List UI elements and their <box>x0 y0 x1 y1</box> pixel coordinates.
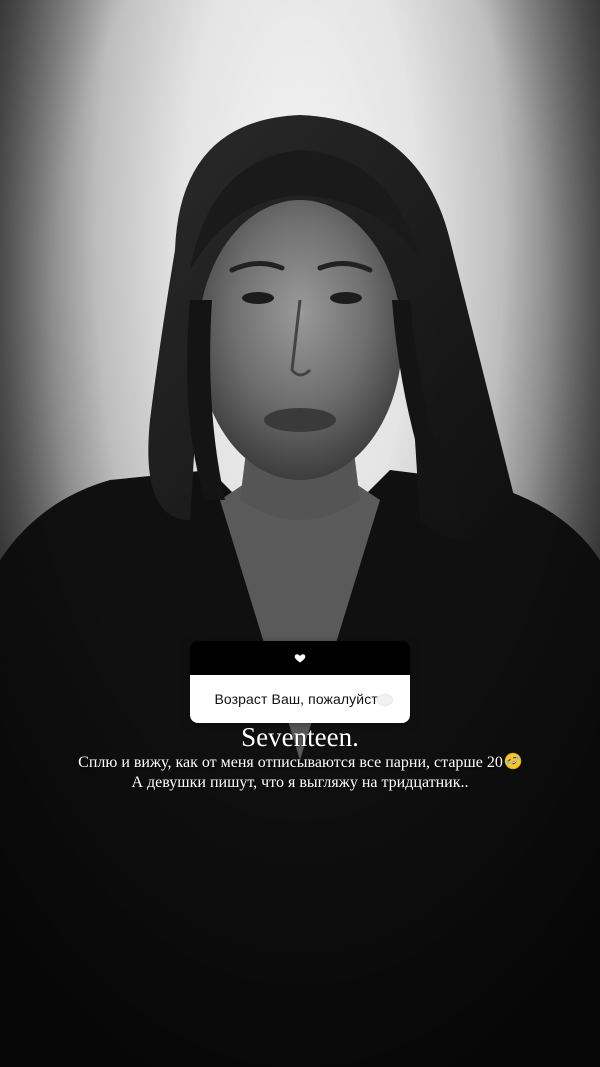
question-sticker-header <box>190 641 410 675</box>
caption-line-1: Сплю и вижу, как от меня отписываются вс… <box>0 752 600 773</box>
question-sticker-body: Возраст Ваш, пожалуйста <box>190 675 410 723</box>
story-photo <box>0 0 600 1067</box>
caption-line-2: А девушки пишут, что я выгляжу на тридца… <box>131 774 469 791</box>
question-sticker[interactable]: Возраст Ваш, пожалуйста <box>190 641 410 723</box>
question-text: Возраст Ваш, пожалуйста <box>214 691 386 707</box>
heart-icon <box>294 654 306 663</box>
faded-emoji-icon <box>377 694 393 706</box>
rolling-laughing-emoji-icon <box>504 752 522 770</box>
caption-line-1-text: Сплю и вижу, как от меня отписываются вс… <box>78 754 503 771</box>
caption-title: Seventeen. <box>241 722 359 752</box>
story-screen[interactable]: Возраст Ваш, пожалуйста Seventeen. Сплю … <box>0 0 600 1067</box>
